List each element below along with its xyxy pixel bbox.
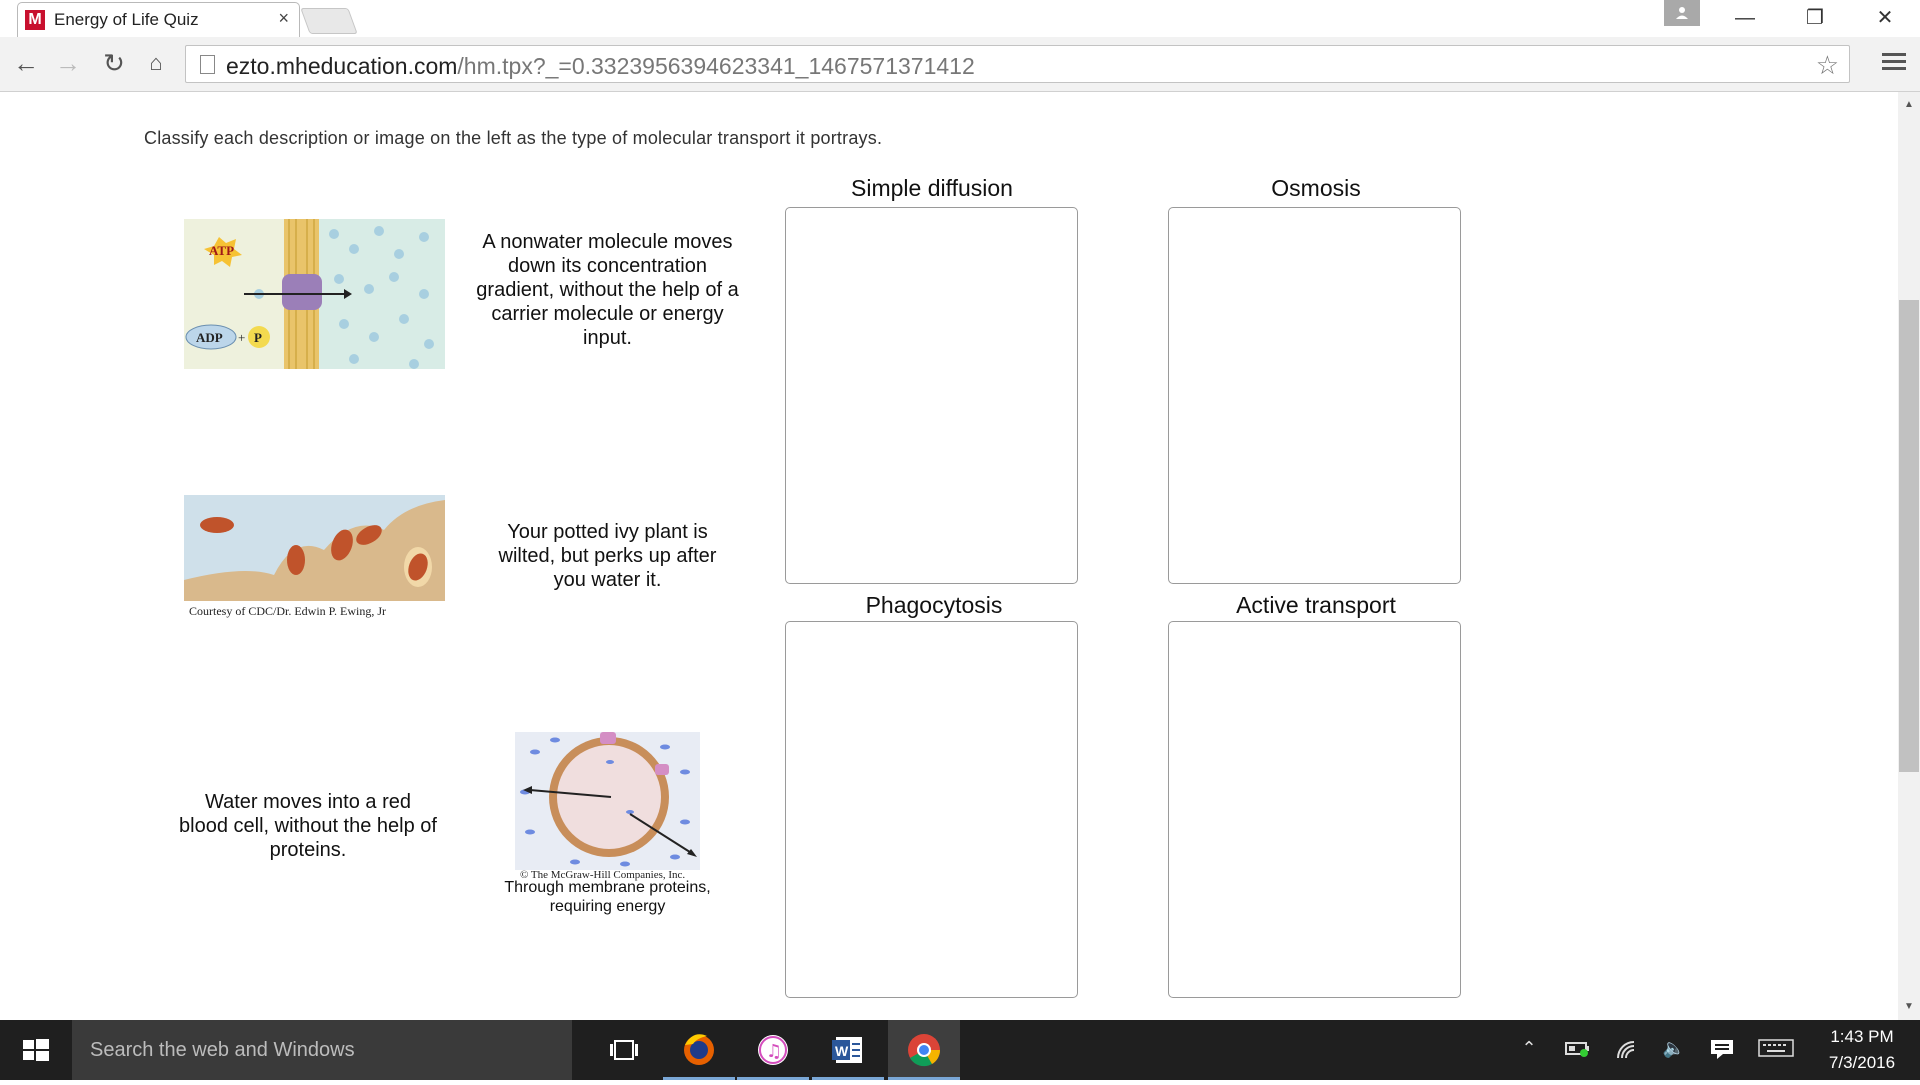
dropzone-simple-diffusion[interactable] — [785, 207, 1078, 584]
adp-label: ADP — [196, 330, 223, 345]
cell-membrane-image[interactable] — [515, 732, 700, 870]
tab-close-icon[interactable]: × — [278, 8, 289, 29]
show-hidden-icons-chevron-icon[interactable]: ⌃ — [1518, 1038, 1540, 1062]
address-bar[interactable]: ezto.mheducation.com/hm.tpx?_=0.33239563… — [185, 45, 1850, 83]
battery-glyph — [1565, 1042, 1589, 1057]
task-view-glyph — [610, 1040, 638, 1060]
zone-label-phagocytosis: Phagocytosis — [865, 592, 1003, 618]
dropzone-active-transport[interactable] — [1168, 621, 1461, 998]
quiz-instructions: Classify each description or image on th… — [144, 128, 883, 148]
atp-label: ATP — [209, 243, 234, 258]
desc-nonwater-molecule[interactable]: A nonwater molecule moves down its conce… — [470, 230, 745, 350]
tab-title: Energy of Life Quiz — [54, 10, 199, 29]
dropzone-phagocytosis[interactable] — [785, 621, 1078, 998]
taskbar-search-placeholder: Search the web and Windows — [90, 1039, 355, 1061]
clock-date: 7/3/2016 — [1828, 1053, 1896, 1072]
keyboard-glyph — [1758, 1039, 1794, 1057]
atp-pump-illustration: ATP ADP + P — [184, 219, 445, 369]
chrome-glyph — [908, 1034, 941, 1067]
touch-keyboard-icon[interactable] — [1758, 1038, 1794, 1062]
taskbar-search-box[interactable]: Search the web and Windows — [72, 1020, 572, 1080]
task-view-icon[interactable] — [588, 1020, 660, 1080]
taskbar-clock[interactable]: 1:43 PM 7/3/2016 — [1812, 1024, 1912, 1076]
volume-icon[interactable]: 🔈 — [1660, 1038, 1688, 1062]
svg-text:♫: ♫ — [766, 1041, 782, 1062]
plus-label: + — [238, 330, 245, 345]
browser-title-bar: M Energy of Life Quiz × — ❐ ✕ — [0, 0, 1920, 37]
new-tab-button[interactable] — [300, 8, 358, 34]
maximize-button[interactable]: ❐ — [1780, 0, 1850, 37]
user-icon — [1676, 7, 1688, 19]
svg-text:W: W — [835, 1043, 849, 1059]
word-glyph: W — [832, 1037, 862, 1063]
firefox-icon[interactable] — [663, 1020, 735, 1080]
chrome-icon[interactable] — [888, 1020, 960, 1080]
chrome-menu-icon[interactable] — [1880, 49, 1908, 77]
windows-logo-icon — [23, 1039, 49, 1061]
close-window-button[interactable]: ✕ — [1850, 0, 1920, 37]
bookmark-star-icon[interactable]: ☆ — [1816, 50, 1839, 81]
windows-taskbar: Search the web and Windows ♫ W ⌃ 🔈 1:43 … — [0, 1020, 1920, 1080]
notification-glyph — [1711, 1040, 1733, 1059]
itunes-icon[interactable]: ♫ — [737, 1020, 809, 1080]
photo-caption: Courtesy of CDC/Dr. Edwin P. Ewing, Jr — [189, 604, 387, 618]
itunes-glyph: ♫ — [758, 1035, 788, 1065]
battery-icon[interactable] — [1564, 1038, 1592, 1062]
quiz-page: Classify each description or image on th… — [0, 92, 1898, 1020]
url-host: ezto.mheducation.com — [226, 53, 458, 79]
desc-membrane-proteins[interactable]: Through membrane proteins, requiring ene… — [495, 878, 720, 916]
wifi-icon[interactable] — [1614, 1038, 1642, 1062]
desc-ivy-plant[interactable]: Your potted ivy plant is wilted, but per… — [480, 520, 735, 592]
scrollbar-thumb[interactable] — [1899, 300, 1919, 772]
dropzone-osmosis[interactable] — [1168, 207, 1461, 584]
browser-tab[interactable]: M Energy of Life Quiz × — [17, 2, 300, 37]
zone-label-simple-diffusion: Simple diffusion — [851, 175, 1013, 201]
back-arrow-icon[interactable]: ← — [10, 47, 42, 79]
zone-label-osmosis: Osmosis — [1271, 175, 1361, 201]
zone-label-active-transport: Active transport — [1236, 592, 1396, 618]
browser-toolbar: ← → ↻ ⌂ ezto.mheducation.com/hm.tpx?_=0.… — [0, 37, 1920, 92]
phagocytosis-illustration — [184, 500, 445, 601]
windows-start-button[interactable] — [0, 1020, 72, 1080]
scroll-down-arrow-icon[interactable]: ▼ — [1898, 998, 1920, 1015]
clock-time: 1:43 PM — [1830, 1027, 1894, 1046]
profile-button[interactable] — [1664, 0, 1700, 26]
home-icon[interactable]: ⌂ — [140, 47, 172, 79]
scroll-up-arrow-icon[interactable]: ▲ — [1898, 96, 1920, 113]
desc-red-blood-cell[interactable]: Water moves into a red blood cell, witho… — [178, 790, 438, 862]
phagocytosis-photo[interactable] — [184, 495, 445, 601]
forward-arrow-icon[interactable]: → — [52, 47, 84, 79]
atp-pump-image[interactable]: ATP ADP + P — [184, 219, 445, 369]
firefox-glyph — [684, 1034, 714, 1065]
mcgraw-hill-favicon-icon: M — [25, 10, 45, 30]
word-icon[interactable]: W — [812, 1020, 884, 1080]
reload-icon[interactable]: ↻ — [98, 47, 130, 79]
action-center-icon[interactable] — [1708, 1038, 1736, 1062]
wifi-glyph — [1617, 1041, 1635, 1059]
p-label: P — [254, 330, 262, 345]
cell-membrane-illustration — [520, 732, 697, 867]
url-path: /hm.tpx?_=0.3323956394623341_14675713714… — [457, 53, 975, 79]
page-icon — [200, 55, 215, 74]
minimize-button[interactable]: — — [1710, 0, 1780, 37]
url-text[interactable]: ezto.mheducation.com/hm.tpx?_=0.33239563… — [226, 53, 975, 80]
